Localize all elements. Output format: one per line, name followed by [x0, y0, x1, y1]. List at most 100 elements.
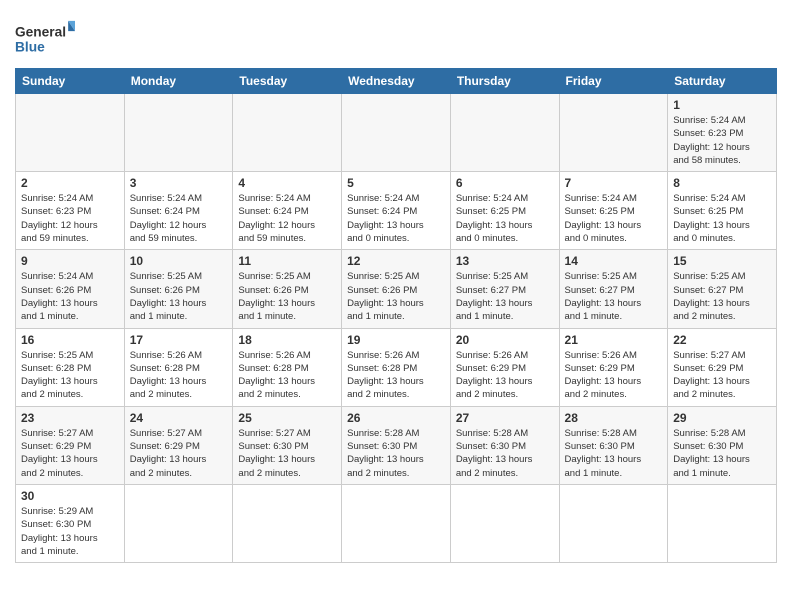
calendar-cell: 26 Sunrise: 5:28 AMSunset: 6:30 PMDayligh…: [342, 406, 451, 484]
day-info: Sunrise: 5:24 AMSunset: 6:24 PMDaylight:…: [130, 192, 228, 245]
calendar-cell: [450, 94, 559, 172]
day-number: 29: [673, 411, 771, 425]
day-info: Sunrise: 5:27 AMSunset: 6:29 PMDaylight:…: [673, 349, 771, 402]
calendar-cell: [124, 484, 233, 562]
day-number: 17: [130, 333, 228, 347]
calendar-cell: [450, 484, 559, 562]
calendar-cell: [124, 94, 233, 172]
calendar-cell: 17 Sunrise: 5:26 AMSunset: 6:28 PMDayligh…: [124, 328, 233, 406]
day-number: 8: [673, 176, 771, 190]
calendar-cell: [342, 94, 451, 172]
day-info: Sunrise: 5:24 AMSunset: 6:23 PMDaylight:…: [21, 192, 119, 245]
day-number: 20: [456, 333, 554, 347]
day-header-thursday: Thursday: [450, 69, 559, 94]
svg-text:Blue: Blue: [15, 40, 45, 55]
day-number: 2: [21, 176, 119, 190]
calendar-cell: 22 Sunrise: 5:27 AMSunset: 6:29 PMDayligh…: [668, 328, 777, 406]
calendar-week-row: 16Sunrise: 5:25 AMSunset: 6:28 PMDayligh…: [16, 328, 777, 406]
calendar-cell: 11 Sunrise: 5:25 AMSunset: 6:26 PMDayligh…: [233, 250, 342, 328]
day-number: 30: [21, 489, 119, 503]
day-number: 1: [673, 98, 771, 112]
day-number: 7: [565, 176, 663, 190]
calendar-cell: 23 Sunrise: 5:27 AMSunset: 6:29 PMDayligh…: [16, 406, 125, 484]
calendar-week-row: 30 Sunrise: 5:29 AMSunset: 6:30 PMDayligh…: [16, 484, 777, 562]
calendar-cell: 15Sunrise: 5:25 AMSunset: 6:27 PMDayligh…: [668, 250, 777, 328]
day-number: 26: [347, 411, 445, 425]
day-number: 5: [347, 176, 445, 190]
calendar-cell: [233, 484, 342, 562]
calendar-cell: 28Sunrise: 5:28 AMSunset: 6:30 PMDayligh…: [559, 406, 668, 484]
day-info: Sunrise: 5:25 AMSunset: 6:27 PMDaylight:…: [673, 270, 771, 323]
calendar-table: SundayMondayTuesdayWednesdayThursdayFrid…: [15, 68, 777, 563]
calendar-cell: 8Sunrise: 5:24 AMSunset: 6:25 PMDaylight…: [668, 172, 777, 250]
calendar-cell: 29 Sunrise: 5:28 AMSunset: 6:30 PMDayligh…: [668, 406, 777, 484]
day-number: 18: [238, 333, 336, 347]
day-info: Sunrise: 5:27 AMSunset: 6:30 PMDaylight:…: [238, 427, 336, 480]
calendar-cell: 18 Sunrise: 5:26 AMSunset: 6:28 PMDayligh…: [233, 328, 342, 406]
day-header-saturday: Saturday: [668, 69, 777, 94]
day-number: 28: [565, 411, 663, 425]
day-info: Sunrise: 5:24 AMSunset: 6:25 PMDaylight:…: [565, 192, 663, 245]
calendar-cell: [559, 484, 668, 562]
day-number: 10: [130, 254, 228, 268]
day-number: 27: [456, 411, 554, 425]
calendar-cell: 9 Sunrise: 5:24 AMSunset: 6:26 PMDaylight…: [16, 250, 125, 328]
day-header-friday: Friday: [559, 69, 668, 94]
page-header: General Blue: [15, 10, 777, 60]
day-number: 16: [21, 333, 119, 347]
calendar-cell: 12 Sunrise: 5:25 AMSunset: 6:26 PMDayligh…: [342, 250, 451, 328]
day-info: Sunrise: 5:25 AMSunset: 6:27 PMDaylight:…: [456, 270, 554, 323]
day-info: Sunrise: 5:28 AMSunset: 6:30 PMDaylight:…: [673, 427, 771, 480]
day-number: 9: [21, 254, 119, 268]
day-info: Sunrise: 5:25 AMSunset: 6:27 PMDaylight:…: [565, 270, 663, 323]
logo: General Blue: [15, 16, 75, 60]
day-info: Sunrise: 5:25 AMSunset: 6:26 PMDaylight:…: [347, 270, 445, 323]
calendar-week-row: 2 Sunrise: 5:24 AMSunset: 6:23 PMDaylight…: [16, 172, 777, 250]
day-number: 23: [21, 411, 119, 425]
calendar-cell: 5 Sunrise: 5:24 AMSunset: 6:24 PMDaylight…: [342, 172, 451, 250]
calendar-cell: 20 Sunrise: 5:26 AMSunset: 6:29 PMDayligh…: [450, 328, 559, 406]
day-info: Sunrise: 5:26 AMSunset: 6:28 PMDaylight:…: [238, 349, 336, 402]
calendar-cell: 30 Sunrise: 5:29 AMSunset: 6:30 PMDayligh…: [16, 484, 125, 562]
calendar-cell: 2 Sunrise: 5:24 AMSunset: 6:23 PMDaylight…: [16, 172, 125, 250]
day-number: 13: [456, 254, 554, 268]
day-info: Sunrise: 5:28 AMSunset: 6:30 PMDaylight:…: [456, 427, 554, 480]
day-number: 24: [130, 411, 228, 425]
day-info: Sunrise: 5:26 AMSunset: 6:28 PMDaylight:…: [130, 349, 228, 402]
day-header-monday: Monday: [124, 69, 233, 94]
day-number: 25: [238, 411, 336, 425]
day-number: 22: [673, 333, 771, 347]
calendar-cell: [233, 94, 342, 172]
day-number: 12: [347, 254, 445, 268]
day-info: Sunrise: 5:26 AMSunset: 6:29 PMDaylight:…: [456, 349, 554, 402]
calendar-cell: 4Sunrise: 5:24 AMSunset: 6:24 PMDaylight…: [233, 172, 342, 250]
day-info: Sunrise: 5:24 AMSunset: 6:25 PMDaylight:…: [456, 192, 554, 245]
day-info: Sunrise: 5:25 AMSunset: 6:26 PMDaylight:…: [238, 270, 336, 323]
calendar-cell: 7 Sunrise: 5:24 AMSunset: 6:25 PMDaylight…: [559, 172, 668, 250]
calendar-cell: 19Sunrise: 5:26 AMSunset: 6:28 PMDayligh…: [342, 328, 451, 406]
day-info: Sunrise: 5:26 AMSunset: 6:29 PMDaylight:…: [565, 349, 663, 402]
day-info: Sunrise: 5:27 AMSunset: 6:29 PMDaylight:…: [21, 427, 119, 480]
day-number: 14: [565, 254, 663, 268]
day-info: Sunrise: 5:25 AMSunset: 6:26 PMDaylight:…: [130, 270, 228, 323]
day-info: Sunrise: 5:24 AMSunset: 6:23 PMDaylight:…: [673, 114, 771, 167]
day-number: 6: [456, 176, 554, 190]
day-number: 21: [565, 333, 663, 347]
calendar-week-row: 9 Sunrise: 5:24 AMSunset: 6:26 PMDaylight…: [16, 250, 777, 328]
calendar-cell: 16Sunrise: 5:25 AMSunset: 6:28 PMDayligh…: [16, 328, 125, 406]
day-info: Sunrise: 5:28 AMSunset: 6:30 PMDaylight:…: [347, 427, 445, 480]
day-header-wednesday: Wednesday: [342, 69, 451, 94]
logo-svg: General Blue: [15, 16, 75, 60]
day-info: Sunrise: 5:26 AMSunset: 6:28 PMDaylight:…: [347, 349, 445, 402]
day-info: Sunrise: 5:29 AMSunset: 6:30 PMDaylight:…: [21, 505, 119, 558]
day-number: 4: [238, 176, 336, 190]
day-header-tuesday: Tuesday: [233, 69, 342, 94]
day-number: 11: [238, 254, 336, 268]
day-info: Sunrise: 5:24 AMSunset: 6:26 PMDaylight:…: [21, 270, 119, 323]
svg-text:General: General: [15, 24, 66, 39]
calendar-cell: 6 Sunrise: 5:24 AMSunset: 6:25 PMDaylight…: [450, 172, 559, 250]
calendar-cell: [342, 484, 451, 562]
day-number: 3: [130, 176, 228, 190]
calendar-cell: 10 Sunrise: 5:25 AMSunset: 6:26 PMDayligh…: [124, 250, 233, 328]
day-info: Sunrise: 5:24 AMSunset: 6:24 PMDaylight:…: [347, 192, 445, 245]
